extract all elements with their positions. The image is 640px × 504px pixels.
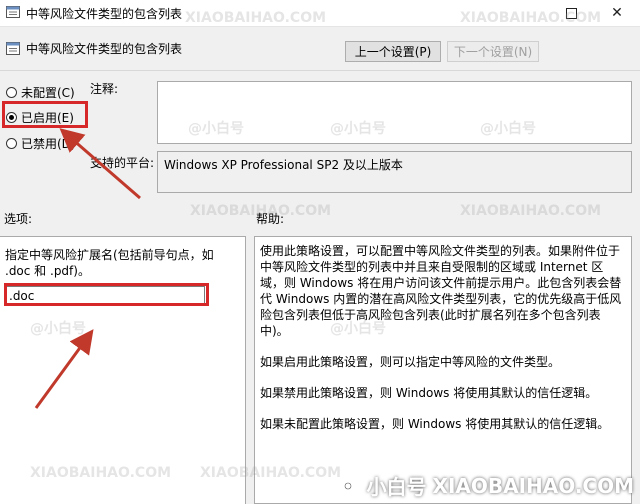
brand-logo: 小白号 XIAOBAIHAO.COM [335, 471, 634, 500]
brand-name: 小白号 [366, 475, 427, 499]
watermark: @小白号 [330, 321, 386, 337]
watermark: XIAOBAIHAO.COM [190, 203, 332, 219]
arrow-to-input [34, 329, 94, 409]
arrow-to-enabled [59, 128, 141, 200]
broadcast-icon [337, 477, 358, 494]
watermark: @小白号 [480, 121, 536, 137]
watermark: XIAOBAIHAO.COM [460, 203, 602, 219]
watermark: XIAOBAIHAO.COM [460, 10, 602, 26]
watermark: XIAOBAIHAO.COM [30, 465, 172, 481]
watermark: @小白号 [330, 121, 386, 137]
annotation-arrows [34, 128, 141, 409]
watermark: XIAOBAIHAO.COM [200, 465, 342, 481]
watermark: @小白号 [188, 121, 244, 137]
brand-domain: XIAOBAIHAO.COM [432, 473, 634, 498]
watermark: @小白号 [30, 321, 86, 337]
watermark: XIAOBAIHAO.COM [185, 10, 327, 26]
